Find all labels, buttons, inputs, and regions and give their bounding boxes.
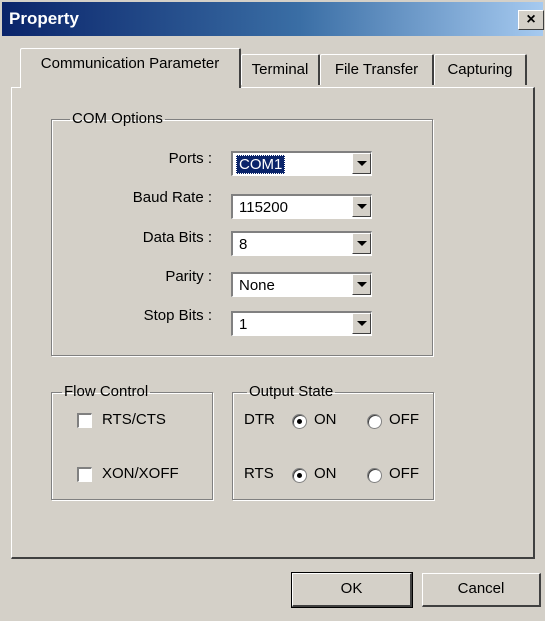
rts-on-radio[interactable] xyxy=(292,468,307,483)
ports-value: COM1 xyxy=(236,155,286,174)
stop-bits-value: 1 xyxy=(239,316,248,333)
dtr-off-radio[interactable] xyxy=(367,414,382,429)
flow-control-legend: Flow Control xyxy=(64,383,149,400)
tab-capturing[interactable]: Capturing xyxy=(434,54,527,85)
output-state-group: Output State xyxy=(232,383,434,500)
chevron-down-icon[interactable] xyxy=(352,233,371,254)
data-bits-label: Data Bits : xyxy=(142,229,212,246)
chevron-down-icon[interactable] xyxy=(352,313,371,334)
dtr-on-radio[interactable] xyxy=(292,414,307,429)
xon-xoff-label: XON/XOFF xyxy=(102,465,179,482)
data-bits-value: 8 xyxy=(239,236,248,253)
output-state-legend: Output State xyxy=(249,383,334,400)
rts-label: RTS xyxy=(244,465,274,482)
close-button[interactable]: × xyxy=(518,10,544,30)
dtr-off-label: OFF xyxy=(389,411,419,428)
rts-on-label: ON xyxy=(314,465,337,482)
title-bar[interactable]: Property × xyxy=(2,2,544,36)
chevron-down-icon[interactable] xyxy=(352,274,371,295)
ports-label: Ports : xyxy=(168,150,212,167)
baud-rate-select[interactable]: 115200 xyxy=(231,194,372,219)
com-options-legend: COM Options xyxy=(72,110,163,127)
ports-select[interactable]: COM1 xyxy=(231,151,372,176)
xon-xoff-checkbox[interactable] xyxy=(77,467,92,482)
stop-bits-select[interactable]: 1 xyxy=(231,311,372,336)
tab-terminal[interactable]: Terminal xyxy=(241,54,320,85)
parity-value: None xyxy=(239,277,275,294)
flow-control-group: Flow Control xyxy=(51,383,213,500)
radio-dot xyxy=(297,419,302,424)
rts-cts-label: RTS/CTS xyxy=(102,411,166,428)
radio-dot xyxy=(297,473,302,478)
data-bits-select[interactable]: 8 xyxy=(231,231,372,256)
cancel-button[interactable]: Cancel xyxy=(422,573,541,607)
dtr-on-label: ON xyxy=(314,411,337,428)
ok-button[interactable]: OK xyxy=(291,572,413,608)
dtr-label: DTR xyxy=(244,411,275,428)
parity-label: Parity : xyxy=(165,268,212,285)
chevron-down-icon[interactable] xyxy=(352,153,371,174)
baud-rate-value: 115200 xyxy=(239,199,288,216)
rts-cts-checkbox[interactable] xyxy=(77,413,92,428)
chevron-down-icon[interactable] xyxy=(352,196,371,217)
rts-off-radio[interactable] xyxy=(367,468,382,483)
property-dialog: Property × Communication Parameter Termi… xyxy=(0,0,545,621)
window-title: Property xyxy=(9,9,79,28)
rts-off-label: OFF xyxy=(389,465,419,482)
parity-select[interactable]: None xyxy=(231,272,372,297)
tab-file-transfer[interactable]: File Transfer xyxy=(320,54,434,85)
baud-rate-label: Baud Rate : xyxy=(132,189,212,206)
stop-bits-label: Stop Bits : xyxy=(143,307,212,324)
tab-communication-parameter[interactable]: Communication Parameter xyxy=(20,48,241,88)
